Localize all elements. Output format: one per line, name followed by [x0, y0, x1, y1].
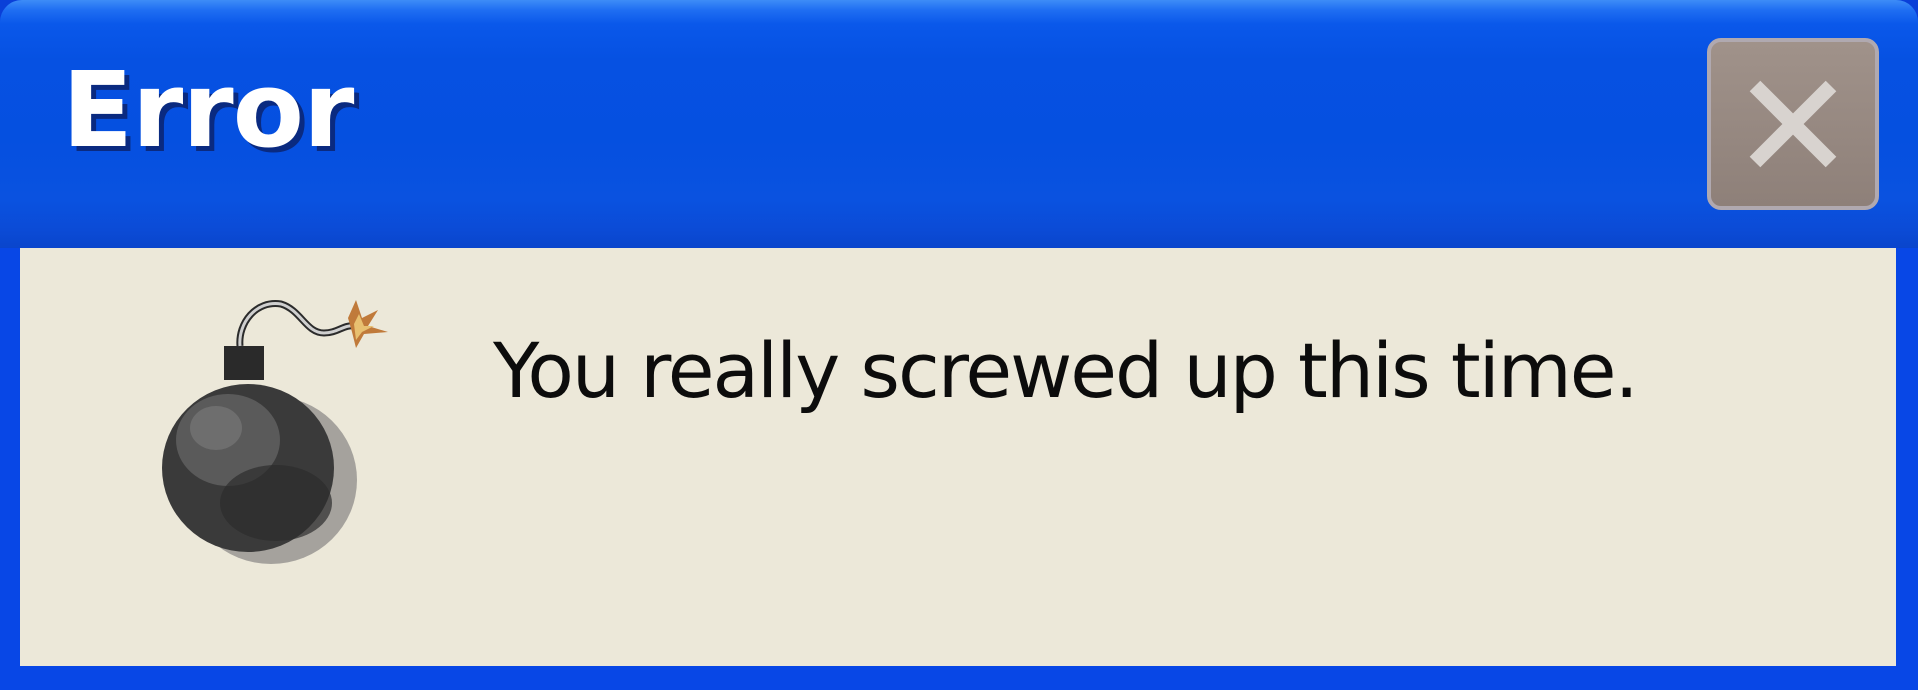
error-dialog-window: Error You really screwed up this time. [0, 0, 1918, 690]
error-message: You really screwed up this time. [493, 326, 1639, 415]
title-bar[interactable]: Error [0, 0, 1918, 248]
dialog-title: Error [62, 49, 354, 171]
close-button[interactable] [1707, 38, 1879, 210]
bomb-icon [162, 300, 388, 564]
close-icon [1749, 80, 1837, 168]
dialog-body: You really screwed up this time. [20, 248, 1896, 666]
